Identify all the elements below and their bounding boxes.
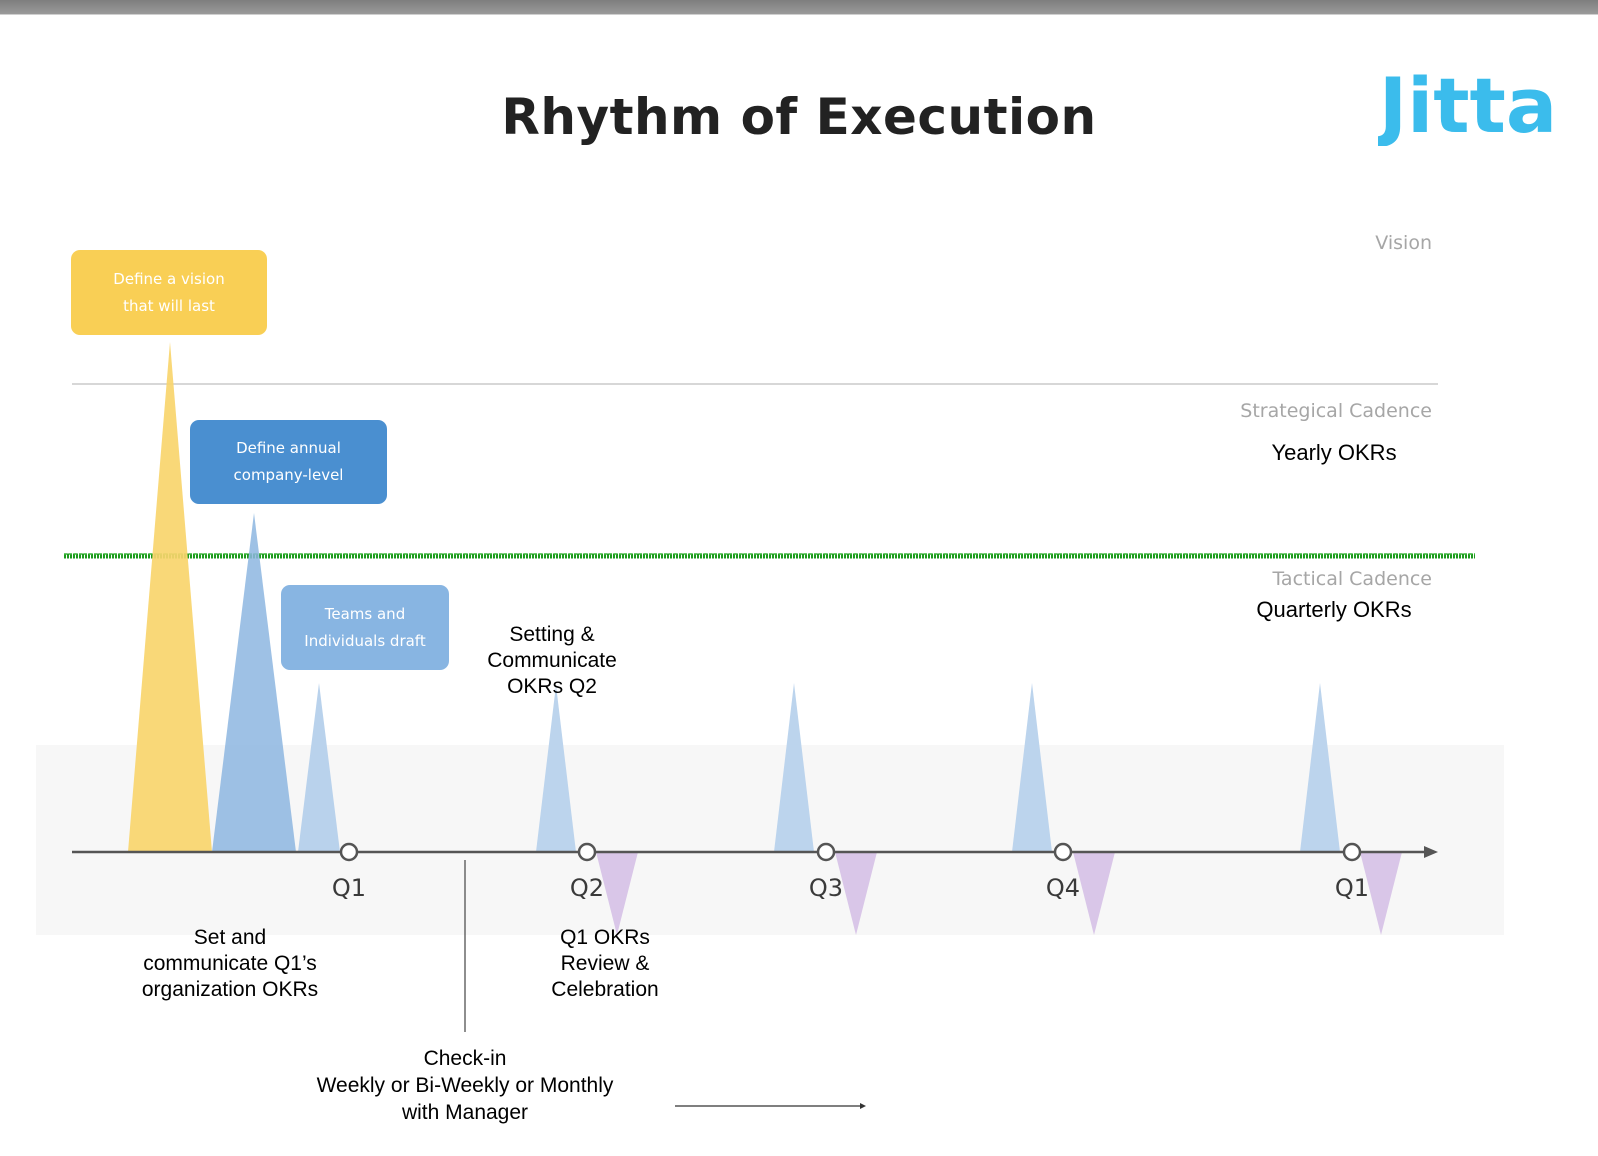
- note-line: organization OKRs: [141, 978, 319, 1001]
- quarter-marker: [339, 842, 359, 862]
- quarter-label: Q1: [1335, 874, 1369, 902]
- define-vision-box: Define a vision that will last: [71, 250, 267, 335]
- quarter-marker: [577, 842, 597, 862]
- note-line: with Manager: [401, 1101, 529, 1124]
- band-label-vision: Vision: [1375, 232, 1432, 254]
- box-line: company-level: [233, 466, 344, 484]
- note-line: Set and: [193, 926, 267, 949]
- quarter-marker: [1053, 842, 1073, 862]
- quarter-label: Q4: [1046, 874, 1080, 902]
- quarter-marker: [816, 842, 836, 862]
- quarter-marker: [1342, 842, 1362, 862]
- note-line: Celebration: [551, 978, 659, 1001]
- note-line: Communicate: [487, 649, 617, 672]
- quarter-label: Q2: [570, 874, 604, 902]
- note-line: Setting &: [509, 623, 595, 646]
- box-line: Teams and: [324, 604, 406, 623]
- note-line: Weekly or Bi-Weekly or Monthly: [316, 1074, 614, 1097]
- setting-communicate-note: Setting & Communicate OKRs Q2: [452, 622, 652, 700]
- note-line: Review &: [560, 952, 650, 975]
- note-line: OKRs Q2: [507, 675, 597, 698]
- set-q1-okrs-note: Set and communicate Q1’s organization OK…: [110, 925, 350, 1003]
- note-line: Q1 OKRs: [560, 926, 650, 949]
- yearly-okrs-label: Yearly OKRs: [1271, 440, 1397, 465]
- slide: Rhythm of Execution Jitta Q1 Q2 Q3 Q4 Q1…: [0, 0, 1598, 1156]
- annual-peak: [212, 513, 296, 852]
- box-line: that will last: [123, 296, 215, 315]
- vision-peak: [128, 342, 212, 852]
- review-celebration-note: Q1 OKRs Review & Celebration: [505, 925, 705, 1003]
- band-label-tactical: Tactical Cadence: [1272, 568, 1432, 590]
- note-line: communicate Q1’s: [143, 952, 317, 975]
- checkin-arrowhead: [860, 1103, 866, 1109]
- box-line: Define a vision: [113, 269, 225, 288]
- checkin-note: Check-in Weekly or Bi-Weekly or Monthly …: [275, 1045, 655, 1126]
- box-line: Individuals draft: [304, 631, 426, 650]
- box-line: Define annual: [236, 439, 341, 457]
- quarter-label: Q1: [332, 874, 366, 902]
- teams-draft-box: Teams and Individuals draft: [281, 585, 449, 670]
- quarter-label: Q3: [809, 874, 843, 902]
- define-annual-box: Define annual company-level: [190, 420, 387, 504]
- band-label-strategic: Strategical Cadence: [1240, 400, 1432, 422]
- quarterly-okrs-label: Quarterly OKRs: [1256, 597, 1412, 622]
- note-line: Check-in: [423, 1047, 507, 1070]
